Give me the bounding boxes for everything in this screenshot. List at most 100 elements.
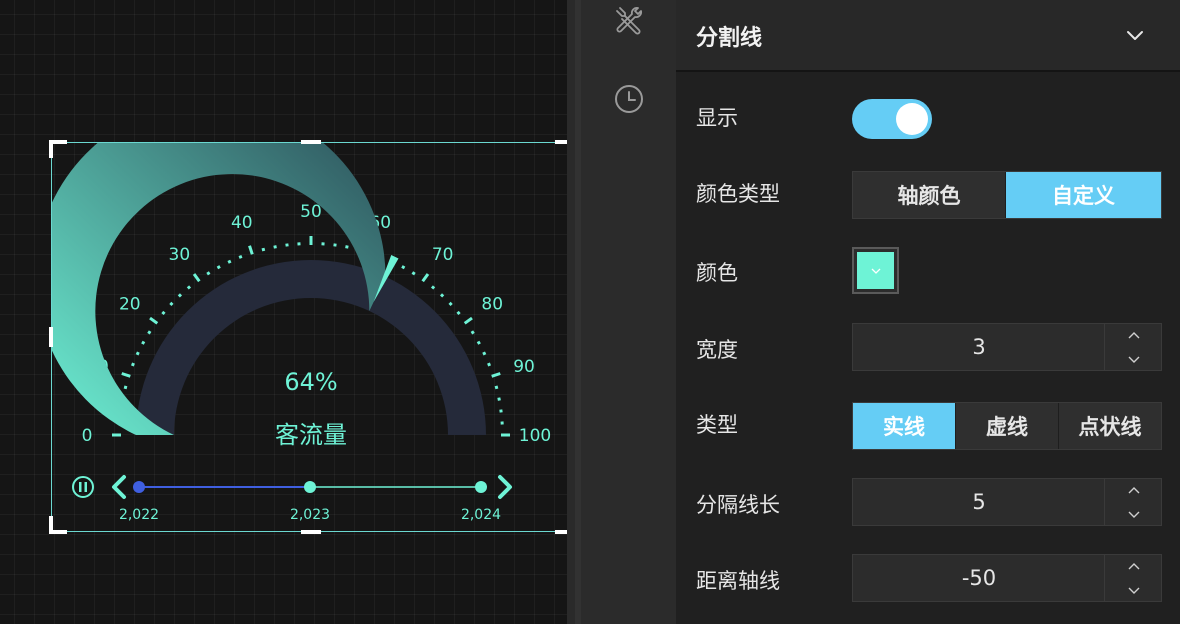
color-type-segmented: 轴颜色 自定义 — [852, 171, 1162, 219]
clock-icon[interactable] — [613, 83, 645, 115]
show-toggle[interactable] — [852, 99, 932, 139]
gauge-major-tick — [463, 316, 473, 325]
gauge-minor-tick — [273, 245, 277, 249]
resize-handle-bl[interactable] — [49, 516, 53, 534]
section-header[interactable]: 分割线 — [676, 0, 1180, 72]
gauge-minor-tick — [439, 293, 445, 298]
gauge-minor-tick — [411, 271, 416, 276]
gauge-chart: 0102030405060708090100 64% 客流量 2,0222,02… — [52, 143, 551, 523]
gauge-minor-tick — [401, 265, 406, 270]
gauge-tick-label: 40 — [231, 213, 253, 233]
gauge-widget[interactable]: 0102030405060708090100 64% 客流量 2,0222,02… — [49, 140, 573, 534]
settings-icon-rail — [581, 0, 676, 624]
resize-handle-tl[interactable] — [49, 140, 53, 158]
gauge-tick-label: 90 — [513, 357, 535, 377]
gauge-minor-tick — [227, 259, 232, 264]
timeline-dot[interactable] — [133, 481, 145, 493]
chevron-down-icon — [871, 268, 880, 274]
resize-handle-top[interactable] — [301, 140, 321, 144]
chevron-down-icon[interactable] — [1124, 24, 1146, 46]
gauge-minor-tick — [177, 293, 183, 298]
width-increment-button[interactable] — [1105, 324, 1162, 347]
chevron-down-icon — [1128, 356, 1139, 363]
chevron-up-icon — [1128, 486, 1139, 493]
timeline-label: 2,022 — [119, 507, 159, 523]
tools-icon[interactable] — [613, 4, 645, 36]
distance-increment-button[interactable] — [1105, 555, 1162, 578]
resize-handle-left[interactable] — [49, 327, 53, 347]
color-type-label: 颜色类型 — [696, 182, 780, 206]
timeline-prev-icon[interactable] — [112, 475, 126, 499]
gauge-minor-tick — [216, 265, 221, 270]
line-type-option-solid[interactable]: 实线 — [853, 403, 956, 449]
gauge-tick-label: 100 — [519, 426, 551, 446]
color-type-option-axis[interactable]: 轴颜色 — [853, 172, 1006, 218]
chevron-down-icon — [1128, 587, 1139, 594]
timeline-dot[interactable] — [304, 481, 316, 493]
timeline-play-button[interactable] — [72, 476, 94, 498]
gauge-minor-tick — [487, 362, 491, 367]
gauge-minor-tick — [448, 301, 453, 307]
split-length-input[interactable]: 5 — [853, 479, 1105, 525]
gauge-tick-label: 50 — [300, 202, 322, 222]
color-type-option-custom[interactable]: 自定义 — [1006, 172, 1161, 218]
editor-canvas[interactable]: 0102030405060708090100 64% 客流量 2,0222,02… — [0, 0, 573, 624]
gauge-value-label: 64% — [284, 368, 337, 396]
gauge-minor-tick — [161, 310, 166, 316]
split-length-stepper: 5 — [852, 478, 1162, 526]
gauge-name-label: 客流量 — [275, 421, 347, 449]
timeline-next-icon[interactable] — [498, 475, 512, 499]
toggle-knob — [896, 103, 928, 135]
line-type-label: 类型 — [696, 413, 738, 437]
gauge-minor-tick — [470, 330, 475, 335]
gauge-major-tick — [421, 273, 430, 283]
gauge-minor-tick — [238, 255, 243, 259]
split-length-label: 分隔线长 — [696, 493, 780, 517]
gauge-major-tick — [192, 273, 201, 283]
gauge-minor-tick — [135, 351, 140, 356]
timeline-label: 2,024 — [461, 507, 501, 523]
show-label: 显示 — [696, 106, 738, 130]
gauge-minor-tick — [456, 310, 461, 316]
gauge-minor-tick — [147, 330, 152, 335]
distance-label: 距离轴线 — [696, 569, 780, 593]
width-input[interactable]: 3 — [853, 324, 1105, 370]
gauge-minor-tick — [345, 245, 349, 249]
settings-panel: 分割线 显示 颜色类型 轴颜色 自定义 颜色 宽度 3 类型 实线 虚线 点状线… — [676, 0, 1180, 624]
gauge-major-tick — [149, 316, 159, 325]
line-type-option-dotted[interactable]: 点状线 — [1059, 403, 1161, 449]
gauge-minor-tick — [169, 301, 174, 307]
timeline-dot[interactable] — [475, 481, 487, 493]
gauge-minor-tick — [131, 362, 135, 367]
width-decrement-button[interactable] — [1105, 347, 1162, 370]
gauge-major-tick — [121, 372, 131, 378]
split-length-increment-button[interactable] — [1105, 479, 1162, 502]
gauge-minor-tick — [494, 385, 499, 390]
gauge-tick-label: 20 — [119, 294, 141, 314]
width-stepper: 3 — [852, 323, 1162, 371]
timeline-label: 2,023 — [290, 507, 330, 523]
color-swatch — [857, 252, 894, 289]
chevron-down-icon — [1128, 511, 1139, 518]
gauge-tick-label: 80 — [481, 294, 503, 314]
color-picker[interactable] — [852, 247, 899, 294]
gauge-minor-tick — [476, 340, 481, 345]
gauge-minor-tick — [497, 397, 501, 401]
gauge-tick-label: 70 — [432, 245, 454, 265]
gauge-tick-label: 30 — [169, 245, 191, 265]
section-title: 分割线 — [696, 26, 763, 51]
resize-handle-bottom[interactable] — [301, 530, 321, 534]
distance-decrement-button[interactable] — [1105, 578, 1162, 601]
line-type-option-dashed[interactable]: 虚线 — [956, 403, 1059, 449]
distance-stepper: -50 — [852, 554, 1162, 602]
gauge-minor-tick — [186, 285, 192, 290]
distance-input[interactable]: -50 — [853, 555, 1105, 601]
chevron-up-icon — [1128, 331, 1139, 338]
gauge-major-tick — [248, 245, 254, 255]
panel-splitter[interactable] — [567, 0, 575, 624]
width-label: 宽度 — [696, 338, 738, 362]
split-length-decrement-button[interactable] — [1105, 502, 1162, 525]
gauge-major-tick — [491, 372, 501, 378]
gauge-minor-tick — [141, 340, 146, 345]
line-type-segmented: 实线 虚线 点状线 — [852, 402, 1162, 450]
